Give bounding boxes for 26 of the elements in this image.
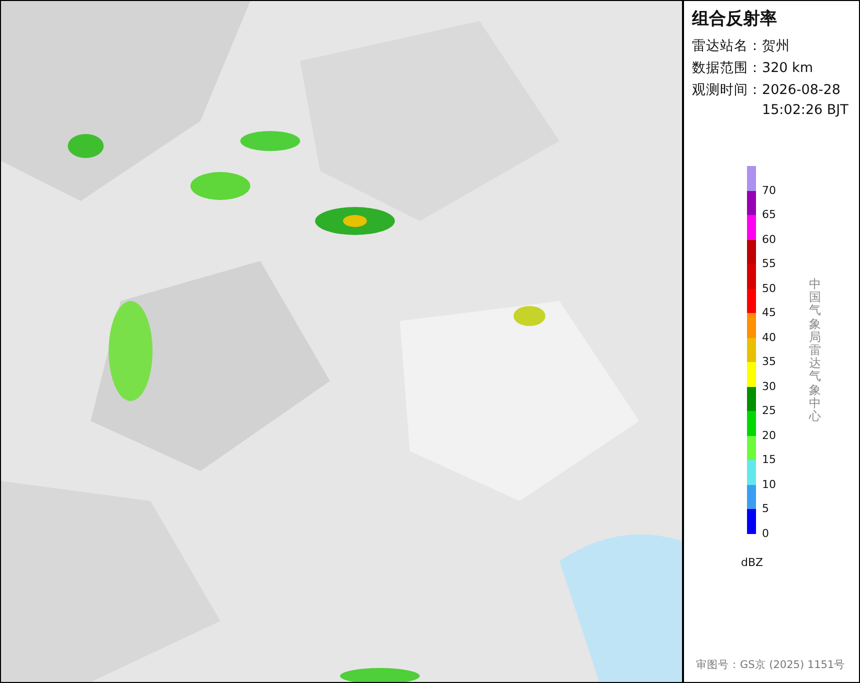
- legend-label: 60: [762, 234, 776, 246]
- legend-label: 30: [762, 380, 776, 392]
- info-value: 2026-08-28: [762, 81, 842, 100]
- legend-label: 15: [762, 454, 776, 466]
- panel-title: 组合反射率: [692, 8, 778, 30]
- legend-label: 70: [762, 184, 776, 196]
- info-value: 320 km: [762, 59, 814, 78]
- legend-label: 25: [762, 405, 776, 417]
- legend-label: 40: [762, 332, 776, 344]
- info-label: 数据范围：: [692, 59, 762, 78]
- approval-number: 审图号：GS京 (2025) 1151号: [696, 658, 846, 672]
- legend-label: 5: [762, 503, 769, 515]
- legend-label: 65: [762, 209, 776, 221]
- legend-unit: dBZ: [741, 556, 764, 568]
- legend-label: 10: [762, 478, 776, 490]
- legend-label: 20: [762, 430, 776, 442]
- legend-label: 35: [762, 356, 776, 368]
- info-value: 贺州: [762, 37, 790, 56]
- legend-label: 45: [762, 307, 776, 319]
- credit-text: 中国气象局雷达气象中心: [809, 278, 821, 424]
- info-label: 观测时间：: [692, 81, 762, 100]
- legend-label: 55: [762, 258, 776, 270]
- legend-label: 0: [762, 528, 769, 540]
- legend-label: 50: [762, 282, 776, 294]
- info-label: 雷达站名：: [692, 37, 762, 56]
- info-value: 15:02:26 BJT: [762, 101, 848, 120]
